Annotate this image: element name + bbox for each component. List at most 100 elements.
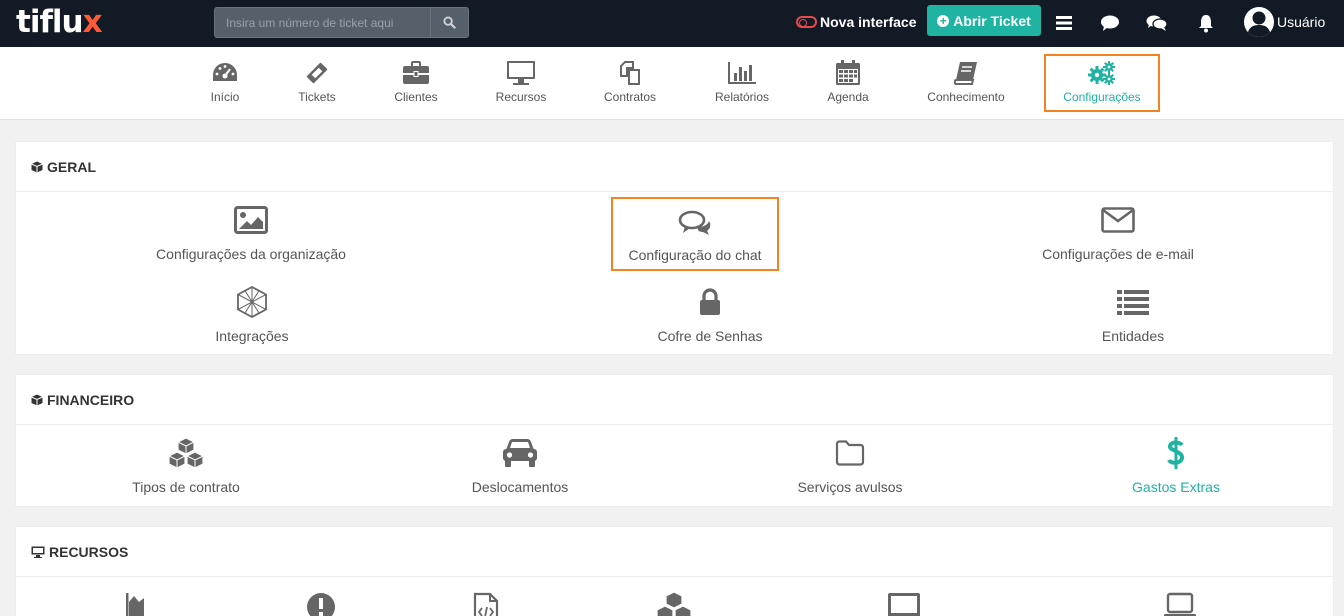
lock-icon: [700, 288, 720, 315]
nova-interface-label: Nova interface: [820, 14, 917, 30]
nav-tickets[interactable]: Tickets: [262, 47, 372, 120]
copy-icon: [620, 61, 640, 85]
cube-icon: [31, 161, 43, 172]
section-title: RECURSOS: [49, 543, 129, 560]
section-financeiro: FINANCEIRO Tipos de contrato Deslocament…: [15, 374, 1334, 507]
conversations-button[interactable]: [1146, 12, 1168, 34]
bell-icon: [1199, 14, 1213, 32]
menu-button[interactable]: [1053, 12, 1075, 34]
desktop-icon: [31, 546, 45, 558]
comments-icon: [1146, 15, 1168, 31]
nav-label: Tickets: [298, 90, 336, 104]
dashboard-icon: [213, 63, 237, 81]
abrir-ticket-button[interactable]: + Abrir Ticket: [927, 5, 1041, 36]
car-icon: [503, 439, 537, 467]
cfg-label: Cofre de Senhas: [657, 328, 763, 344]
recurso-item[interactable]: [1145, 591, 1215, 616]
cube-icon: [31, 394, 43, 405]
user-label: Usuário: [1277, 14, 1326, 30]
nav-label: Contratos: [603, 90, 657, 104]
folder-icon: [835, 440, 865, 466]
cfg-label: Integrações: [215, 328, 289, 344]
section-title: GERAL: [47, 158, 96, 175]
notifications-button[interactable]: [1195, 12, 1217, 34]
cfg-cofre-senhas[interactable]: Cofre de Senhas: [610, 284, 810, 354]
nav-label: Relatórios: [714, 90, 770, 104]
book-icon: [953, 62, 977, 85]
calendar-icon: [836, 60, 860, 85]
fin-label: Serviços avulsos: [797, 479, 903, 495]
nav-label: Clientes: [394, 90, 438, 104]
avatar: [1244, 7, 1274, 37]
fin-servicos-avulsos[interactable]: Serviços avulsos: [750, 437, 950, 499]
abrir-ticket-label: Abrir Ticket: [953, 12, 1031, 29]
plus-circle-icon: +: [937, 14, 950, 27]
nav-label: Configurações: [1063, 90, 1141, 104]
gears-icon: [1088, 61, 1115, 85]
cfg-label: Configurações de e-mail: [1042, 246, 1194, 262]
nav-label: Conhecimento: [927, 90, 1005, 104]
section-recursos: RECURSOS: [15, 526, 1334, 616]
fin-deslocamentos[interactable]: Deslocamentos: [420, 437, 620, 499]
nav-label: Agenda: [827, 90, 869, 104]
user-icon: [1247, 11, 1271, 37]
code-file-icon: [473, 592, 499, 616]
cfg-organizacao[interactable]: Configurações da organização: [151, 202, 351, 272]
nav-configuracoes[interactable]: Configurações: [1044, 54, 1160, 112]
comment-icon: [1101, 15, 1119, 31]
hamburger-icon: [1056, 16, 1072, 30]
bar-chart-icon: [728, 62, 756, 84]
section-header: RECURSOS: [16, 527, 1333, 577]
recurso-item[interactable]: [451, 591, 521, 616]
search-icon: [443, 16, 456, 29]
fin-tipos-contrato[interactable]: Tipos de contrato: [86, 437, 286, 499]
nav-clientes[interactable]: Clientes: [361, 47, 471, 120]
section-header: GERAL: [16, 142, 1333, 192]
nav-label: Recursos: [495, 90, 547, 104]
ticket-icon: [306, 62, 328, 84]
top-bar: tiflux Nova interface + Abrir Ticket Usu…: [0, 0, 1344, 47]
dollar-icon: [1167, 437, 1184, 469]
recurso-item[interactable]: [286, 591, 356, 616]
fin-gastos-extras[interactable]: Gastos Extras: [1076, 437, 1276, 499]
nav-agenda[interactable]: Agenda: [793, 47, 903, 120]
list-icon: [1117, 290, 1149, 315]
cfg-chat[interactable]: Configuração do chat: [611, 197, 779, 271]
toggle-icon: [796, 16, 817, 28]
image-icon: [234, 206, 268, 234]
nova-interface-toggle[interactable]: Nova interface: [796, 12, 916, 32]
recurso-item[interactable]: [869, 591, 939, 616]
nav-contratos[interactable]: Contratos: [575, 47, 685, 120]
cubes-icon: [656, 591, 692, 616]
monitor-icon: [507, 61, 535, 85]
cfg-label: Entidades: [1101, 328, 1165, 344]
ticket-search-input[interactable]: [215, 8, 431, 37]
main-nav: Início Tickets Clientes Recursos Contrat…: [0, 47, 1344, 120]
nav-relatorios[interactable]: Relatórios: [687, 47, 797, 120]
nav-conhecimento[interactable]: Conhecimento: [911, 47, 1021, 120]
search-button[interactable]: [430, 8, 468, 37]
user-menu[interactable]: Usuário: [1244, 7, 1325, 37]
fin-label: Tipos de contrato: [132, 479, 240, 495]
ticket-search: [214, 7, 469, 38]
recurso-item[interactable]: [639, 591, 709, 616]
section-header: FINANCEIRO: [16, 375, 1333, 425]
briefcase-icon: [403, 61, 429, 84]
fin-label: Gastos Extras: [1132, 479, 1220, 495]
fin-label: Deslocamentos: [471, 479, 569, 495]
chat-icon: [678, 210, 711, 235]
cfg-label: Configuração do chat: [628, 247, 762, 263]
envelope-icon: [1101, 207, 1135, 233]
recurso-item[interactable]: [91, 591, 161, 616]
section-geral: GERAL Configurações da organização Confi…: [15, 141, 1334, 355]
nav-recursos[interactable]: Recursos: [466, 47, 576, 120]
tablet-icon: [888, 593, 920, 616]
cfg-label: Configurações da organização: [156, 246, 346, 262]
tiflux-logo[interactable]: tiflux: [16, 4, 103, 40]
cfg-integracoes[interactable]: Integrações: [152, 284, 352, 354]
cfg-email[interactable]: Configurações de e-mail: [1018, 202, 1218, 272]
chat-button[interactable]: [1099, 12, 1121, 34]
cfg-entidades[interactable]: Entidades: [1033, 284, 1233, 354]
section-title: FINANCEIRO: [47, 391, 135, 408]
hexagon-network-icon: [237, 286, 267, 318]
